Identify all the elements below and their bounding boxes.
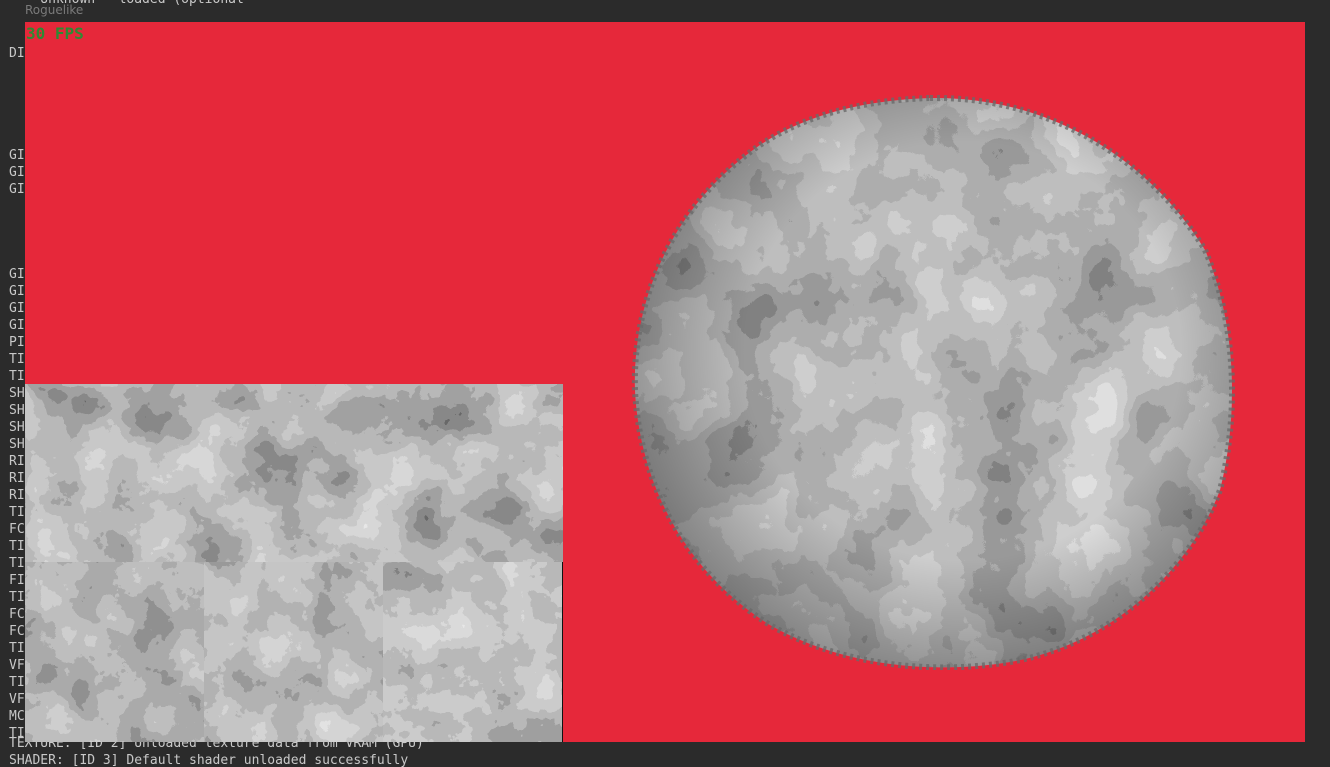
game-viewport[interactable]: 30 FPS — [25, 22, 1305, 742]
console-line: GI — [9, 148, 25, 163]
console-line: TI — [9, 590, 25, 605]
cubemap-noise-texture-icon — [25, 384, 563, 562]
console-line: GI — [9, 284, 25, 299]
console-line: TI — [9, 556, 25, 571]
console-line: RI — [9, 454, 25, 469]
console-line: FC — [9, 624, 25, 639]
console-line: GI — [9, 301, 25, 316]
console-line: GI — [9, 267, 25, 282]
texture-preview-panel — [25, 384, 563, 742]
console-line: TI — [9, 641, 25, 656]
console-line: TI — [9, 505, 25, 520]
console-line: RI — [9, 471, 25, 486]
console-line: TI — [9, 352, 25, 367]
console-line: RI — [9, 488, 25, 503]
noise-sphere-icon — [631, 94, 1235, 671]
texture-face-right-icon — [383, 562, 562, 742]
console-line: SH — [9, 403, 25, 418]
console-line: TI — [9, 675, 25, 690]
console-line: SH — [9, 420, 25, 435]
console-line: GI — [9, 165, 25, 180]
planet-sphere — [630, 90, 1235, 671]
texture-face-middle-icon — [204, 562, 383, 742]
console-line: VF — [9, 692, 25, 707]
console-line: SH — [9, 386, 25, 401]
window-title: Roguelike — [25, 3, 84, 17]
console-line: VF — [9, 658, 25, 673]
console-line: TI — [9, 369, 25, 384]
console-line: GI — [9, 318, 25, 333]
console-line: PI — [9, 335, 25, 350]
console-line: DI — [9, 46, 25, 61]
texture-face-left-icon — [25, 562, 204, 742]
console-line: GI — [9, 182, 25, 197]
console-line: MC — [9, 709, 25, 724]
console-line: TI — [9, 539, 25, 554]
console-line: FC — [9, 607, 25, 622]
console-line: FI — [9, 573, 25, 588]
fps-counter: 30 FPS — [26, 24, 84, 43]
console-line: FC — [9, 522, 25, 537]
console-line: SH — [9, 437, 25, 452]
console-line-shader: SHADER: [ID 3] Default shader unloaded s… — [9, 753, 409, 767]
